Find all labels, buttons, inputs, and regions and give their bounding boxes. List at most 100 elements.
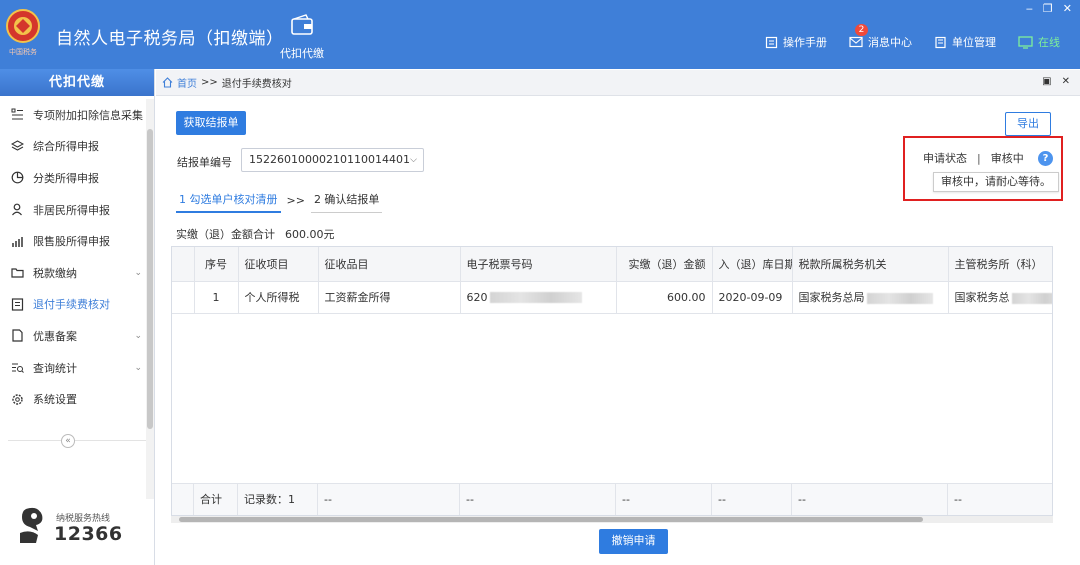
authority-prefix: 国家税务总局 [798,291,865,304]
pie-icon [10,171,24,185]
table-header: 征收品目 [318,247,461,282]
export-button[interactable]: 导出 [1005,112,1051,136]
tab-controls: ▣ ✕ [1042,76,1070,87]
logo-caption: 中国税务 [9,47,37,56]
home-icon[interactable] [162,77,173,88]
folder-icon [10,266,24,280]
sidebar-item-label: 限售股所得申报 [33,235,110,249]
table-scroll-thumb[interactable] [179,517,923,522]
report-no-select[interactable]: 15226010000210110014401 ⌵ [241,148,424,172]
unit-management-label: 单位管理 [952,36,996,49]
message-label: 消息中心 [868,36,912,49]
footer-total-label: 合计 [194,484,238,515]
manual-icon [765,36,778,48]
step-2-tab[interactable]: 2 确认结报单 [310,191,383,213]
hotline: 纳税服务热线 12366 [16,505,146,551]
sidebar-item-label: 退付手续费核对 [33,298,110,312]
status-label: 申请状态 [923,152,967,165]
application-status-box: 申请状态 | 审核中 ? 审核中，请耐心等待。 [903,136,1063,201]
row-amount: 600.00 [616,281,713,314]
breadcrumb-current: 退付手续费核对 [221,79,292,90]
row-item: 个人所得税 [238,281,319,314]
table-row[interactable]: 1 个人所得税 工资薪金所得 620 600.00 2020-09-09 国家税… [172,281,1052,314]
unit-management-button[interactable]: 单位管理 [934,34,996,50]
table-horizontal-scrollbar[interactable] [171,516,1053,523]
footer-placeholder: -- [792,484,948,515]
sidebar-item-label: 分类所得申报 [33,171,99,185]
sidebar-item-label: 税款缴纳 [33,266,77,280]
sidebar-item-label: 专项附加扣除信息采集 [33,108,143,122]
sidebar-item-query-statistics[interactable]: 查询统计 ⌄ [0,352,146,384]
status-value: 审核中 [990,152,1024,165]
sidebar-item-label: 综合所得申报 [33,140,99,154]
status-row: 申请状态 | 审核中 [923,150,1024,166]
online-status[interactable]: 在线 [1018,34,1060,50]
row-subitem: 工资薪金所得 [318,281,461,314]
tax-emblem-logo: 中国税务 [6,9,40,56]
report-no-label: 结报单编号 [177,156,232,169]
status-tooltip: 审核中，请耐心等待。 [933,172,1059,192]
sidebar-item-tax-payment[interactable]: 税款缴纳 ⌄ [0,257,146,289]
app-header: 中国税务 自然人电子税务局（扣缴端） 代扣代缴 ‒ ❐ ✕ 操作手册 2 消息中… [0,0,1080,69]
redacted-blur [1011,292,1052,304]
sidebar-item-fee-refund-check[interactable]: 退付手续费核对 [0,289,146,321]
sidebar-menu: 专项附加扣除信息采集 综合所得申报 分类所得申报 非居民所得申报 限售股所得申报… [0,99,146,415]
layers-icon [10,139,24,153]
file-icon [10,329,24,343]
window-controls: ‒ ❐ ✕ [1026,2,1072,15]
bars-icon [10,234,24,248]
step-tabs: 1 勾选单户核对清册 >> 2 确认结报单 [176,191,383,213]
sidebar-item-classified-income[interactable]: 分类所得申报 [0,162,146,194]
sidebar-item-label: 优惠备案 [33,329,77,343]
row-ticket-no: 620 [460,281,617,314]
table-header: 序号 [194,247,239,282]
message-badge: 2 [855,24,868,36]
table-footer-row: 合计 记录数：1 -- -- -- -- -- -- [172,483,1052,515]
get-report-button[interactable]: 获取结报单 [176,111,246,135]
sidebar-scrollbar[interactable] [146,99,154,499]
sidebar-item-label: 非居民所得申报 [33,203,110,217]
restore-tab-icon[interactable]: ▣ [1042,76,1051,87]
table-header: 电子税票号码 [460,247,617,282]
collapse-sidebar-icon[interactable]: « [61,434,75,448]
monitor-icon [1018,35,1033,49]
top-nav-withholding[interactable]: 代扣代缴 [272,14,332,66]
step-separator: >> [286,193,305,207]
table-header: 实缴（退）金额 [616,247,713,282]
total-value: 600.00元 [285,228,335,241]
sidebar-item-nonresident-income[interactable]: 非居民所得申报 [0,194,146,226]
sidebar-item-special-deduction[interactable]: 专项附加扣除信息采集 [0,99,146,131]
footer-record-count: 记录数：1 [238,484,318,515]
status-divider: | [977,151,981,165]
row-authority: 国家税务总局 [792,281,949,314]
data-table: 序号 征收项目 征收品目 电子税票号码 实缴（退）金额 入（退）库日期 税款所属… [172,247,1052,314]
sidebar-divider [8,440,146,441]
minimize-icon[interactable]: ‒ [1026,2,1033,15]
person-icon [10,203,24,217]
sidebar-item-comprehensive-income[interactable]: 综合所得申报 [0,131,146,163]
online-label: 在线 [1038,36,1060,49]
message-icon [849,36,863,48]
step-1-tab[interactable]: 1 勾选单户核对清册 [176,191,281,213]
close-tab-icon[interactable]: ✕ [1062,76,1070,87]
sidebar-item-restricted-shares[interactable]: 限售股所得申报 [0,225,146,257]
help-icon[interactable]: ? [1038,151,1053,166]
chevron-down-icon: ⌄ [134,331,142,342]
ticket-prefix: 620 [466,290,488,304]
sidebar-item-system-settings[interactable]: 系统设置 [0,383,146,415]
chevron-down-icon: ⌵ [410,155,417,165]
total-label: 实缴（退）金额合计 [176,228,275,241]
document-icon [10,297,24,311]
manual-button[interactable]: 操作手册 [765,34,827,50]
table-header: 征收项目 [238,247,319,282]
sidebar-scroll-thumb[interactable] [147,129,153,429]
total-summary: 实缴（退）金额合计 600.00元 [176,226,335,242]
restore-icon[interactable]: ❐ [1043,2,1053,15]
revoke-application-button[interactable]: 撤销申请 [599,529,668,554]
breadcrumb-home[interactable]: 首页 [177,75,197,90]
sidebar-item-label: 系统设置 [33,393,77,407]
message-center-button[interactable]: 2 消息中心 [849,24,912,50]
chevron-down-icon: ⌄ [134,267,142,278]
sidebar-item-preferential-filing[interactable]: 优惠备案 ⌄ [0,320,146,352]
close-icon[interactable]: ✕ [1063,2,1072,15]
